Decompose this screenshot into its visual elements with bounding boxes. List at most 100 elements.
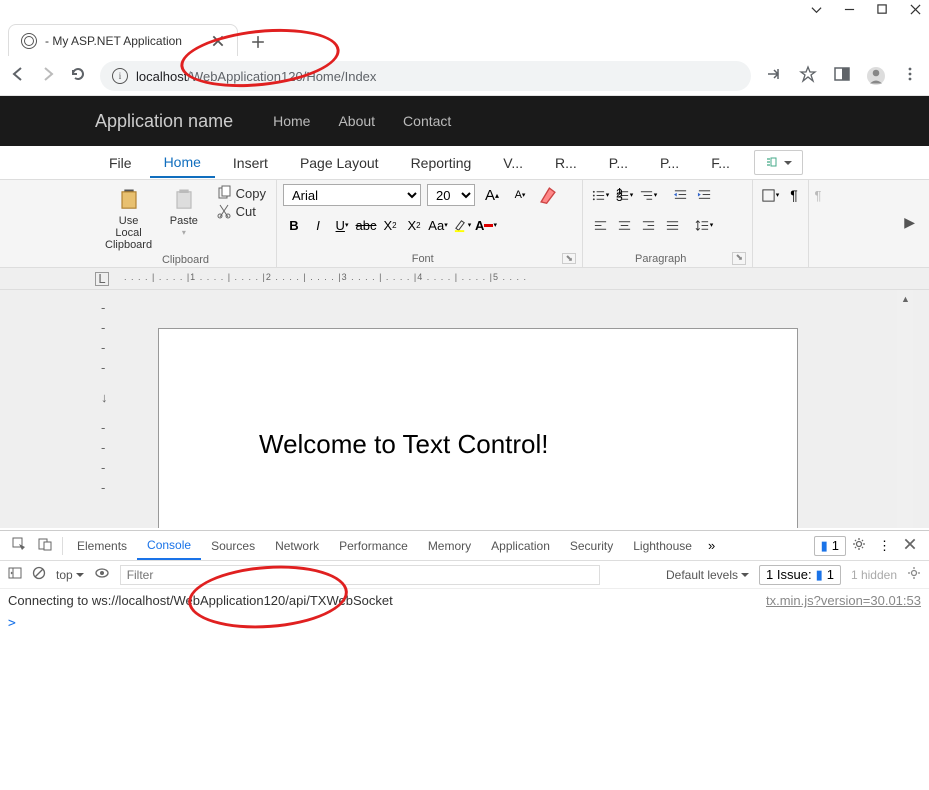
devtools-tab-performance[interactable]: Performance: [329, 533, 418, 559]
editor-surface[interactable]: ---- ↓ ---- Welcome to Text Control! ▲: [0, 290, 929, 528]
vertical-scrollbar[interactable]: ▲: [897, 290, 913, 528]
pilcrow2-icon[interactable]: ¶: [807, 184, 829, 206]
bullets-icon[interactable]: ▾: [589, 184, 611, 206]
outdent-icon[interactable]: [669, 184, 691, 206]
nav-contact[interactable]: Contact: [403, 113, 451, 129]
devtools-tab-application[interactable]: Application: [481, 533, 560, 559]
device-icon[interactable]: [32, 537, 58, 554]
context-select[interactable]: top: [56, 568, 84, 582]
nav-home[interactable]: Home: [273, 113, 310, 129]
window-close-icon[interactable]: [910, 3, 921, 18]
back-button[interactable]: [10, 66, 26, 85]
new-tab-button[interactable]: [244, 28, 272, 56]
tab-selector-icon[interactable]: L: [95, 272, 109, 286]
profile-avatar[interactable]: [867, 67, 885, 85]
align-right-icon[interactable]: [637, 214, 659, 236]
ribbon-tab-7[interactable]: P...: [595, 149, 642, 177]
ribbon-scroll-right-icon[interactable]: ▶: [904, 214, 915, 231]
forward-button[interactable]: [40, 66, 56, 85]
devtools-tab-elements[interactable]: Elements: [67, 533, 137, 559]
devtools-tab-security[interactable]: Security: [560, 533, 623, 559]
address-bar[interactable]: i localhost/WebApplication120/Home/Index: [100, 61, 751, 91]
tab-close-icon[interactable]: [211, 34, 225, 48]
scroll-up-icon[interactable]: ▲: [901, 294, 910, 304]
indent-icon[interactable]: [693, 184, 715, 206]
console-source-link[interactable]: tx.min.js?version=30.01:53: [766, 593, 921, 608]
window-chevron-icon[interactable]: [811, 3, 822, 18]
devtools-settings-icon[interactable]: [846, 537, 872, 554]
multilevel-icon[interactable]: ▾: [637, 184, 659, 206]
ribbon-tab-6[interactable]: R...: [541, 149, 591, 177]
font-size-select[interactable]: 20: [427, 184, 475, 206]
devtools-more-tabs-icon[interactable]: »: [702, 538, 721, 553]
devtools-tab-lighthouse[interactable]: Lighthouse: [623, 533, 702, 559]
clear-format-icon[interactable]: [537, 184, 559, 206]
console-prompt[interactable]: >: [0, 612, 929, 635]
clear-console-icon[interactable]: [32, 566, 46, 583]
nav-about[interactable]: About: [338, 113, 375, 129]
reload-button[interactable]: [70, 66, 86, 85]
ribbon-tab-file[interactable]: File: [95, 149, 146, 177]
subscript-icon[interactable]: X2: [379, 214, 401, 236]
case-icon[interactable]: Aa▾: [427, 214, 449, 236]
font-dialog-icon[interactable]: ⬊: [562, 253, 576, 264]
grow-font-icon[interactable]: A▴: [481, 184, 503, 206]
align-justify-icon[interactable]: [661, 214, 683, 236]
inspect-icon[interactable]: [6, 537, 32, 554]
ribbon-tab-8[interactable]: P...: [646, 149, 693, 177]
superscript-icon[interactable]: X2: [403, 214, 425, 236]
pilcrow-icon[interactable]: ¶: [783, 184, 805, 206]
borders-icon[interactable]: ▾: [759, 184, 781, 206]
highlight-icon[interactable]: ▾: [451, 214, 473, 236]
issues-badge[interactable]: 1 Issue:▮1: [759, 565, 841, 585]
ribbon-tab-home[interactable]: Home: [150, 148, 215, 178]
console-settings-icon[interactable]: [907, 566, 921, 583]
ribbon-tab-5[interactable]: V...: [489, 149, 537, 177]
filter-input[interactable]: [120, 565, 600, 585]
font-name-select[interactable]: Arial: [283, 184, 421, 206]
linespacing-icon[interactable]: ▾: [693, 214, 715, 236]
strike-icon[interactable]: abc: [355, 214, 377, 236]
align-left-icon[interactable]: [589, 214, 611, 236]
devtools-tab-network[interactable]: Network: [265, 533, 329, 559]
vertical-ruler[interactable]: ---- ↓ ----: [95, 290, 119, 528]
console-toolbar: top Default levels 1 Issue:▮1 1 hidden: [0, 561, 929, 589]
font-color-icon[interactable]: A▾: [475, 214, 497, 236]
document-text[interactable]: Welcome to Text Control!: [259, 429, 549, 460]
copy-button[interactable]: Copy: [212, 184, 270, 202]
bookmark-star-icon[interactable]: [799, 65, 817, 86]
devtools-kebab-icon[interactable]: ⋮: [872, 538, 897, 554]
devtools-tab-console[interactable]: Console: [137, 532, 201, 560]
live-expression-icon[interactable]: [94, 566, 110, 583]
messages-badge[interactable]: ▮1: [814, 536, 846, 556]
window-maximize-icon[interactable]: [877, 3, 888, 18]
document-page[interactable]: Welcome to Text Control!: [158, 328, 798, 528]
use-local-clipboard-button[interactable]: Use Local Clipboard: [101, 184, 156, 253]
devtools-tab-sources[interactable]: Sources: [201, 533, 265, 559]
paste-button[interactable]: Paste ▾: [160, 184, 208, 239]
console-sidebar-icon[interactable]: [8, 566, 22, 583]
side-panel-icon[interactable]: [833, 65, 851, 86]
align-center-icon[interactable]: [613, 214, 635, 236]
underline-icon[interactable]: U▾: [331, 214, 353, 236]
window-minimize-icon[interactable]: [844, 3, 855, 18]
numbers-icon[interactable]: 123▾: [613, 184, 635, 206]
share-icon[interactable]: [765, 65, 783, 86]
ribbon-tab-insert[interactable]: Insert: [219, 149, 282, 177]
cut-button[interactable]: Cut: [212, 202, 270, 220]
italic-icon[interactable]: I: [307, 214, 329, 236]
levels-select[interactable]: Default levels: [666, 568, 749, 582]
devtools-close-icon[interactable]: [897, 537, 923, 554]
bold-icon[interactable]: B: [283, 214, 305, 236]
ribbon-collapse-button[interactable]: [754, 150, 803, 175]
shrink-font-icon[interactable]: A▾: [509, 184, 531, 206]
ribbon-tab-9[interactable]: F...: [697, 149, 744, 177]
devtools-tab-memory[interactable]: Memory: [418, 533, 481, 559]
menu-icon[interactable]: [901, 65, 919, 86]
ribbon-tab-pagelayout[interactable]: Page Layout: [286, 149, 393, 177]
ribbon-tab-reporting[interactable]: Reporting: [397, 149, 486, 177]
browser-tab[interactable]: - My ASP.NET Application: [8, 24, 238, 56]
site-info-icon[interactable]: i: [112, 68, 128, 84]
horizontal-ruler[interactable]: L . . . . | . . . . |1 . . . . | . . . .…: [0, 268, 929, 290]
paragraph-dialog-icon[interactable]: ⬊: [732, 252, 746, 265]
